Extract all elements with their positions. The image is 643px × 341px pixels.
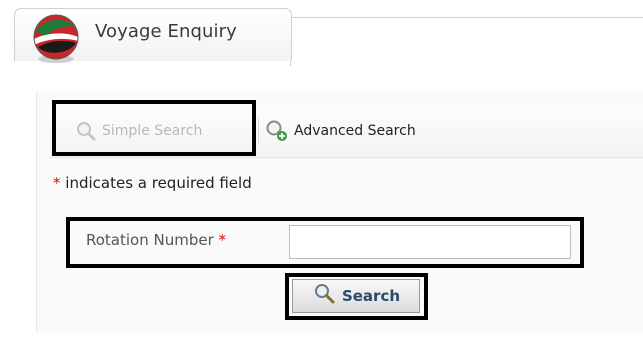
rotation-number-label-text: Rotation Number bbox=[86, 231, 214, 249]
search-button[interactable]: Search bbox=[292, 279, 420, 313]
required-field-note: * indicates a required field bbox=[53, 174, 252, 192]
page-title: Voyage Enquiry bbox=[95, 21, 237, 42]
required-note-text: indicates a required field bbox=[65, 174, 252, 192]
required-star: * bbox=[53, 174, 61, 192]
tab-simple-search[interactable]: Simple Search bbox=[75, 115, 202, 147]
magnifier-icon bbox=[77, 122, 96, 141]
rotation-number-label: Rotation Number * bbox=[86, 231, 226, 249]
rotation-number-input[interactable] bbox=[289, 225, 571, 259]
search-button-label: Search bbox=[341, 287, 401, 305]
rotation-required-star: * bbox=[218, 231, 227, 249]
magnifier-icon bbox=[314, 284, 335, 304]
header-tab-strip: Voyage Enquiry bbox=[0, 0, 643, 66]
tab-simple-search-label: Simple Search bbox=[102, 123, 203, 139]
tab-strip-border bbox=[290, 17, 643, 66]
tab-advanced-search[interactable]: Advanced Search bbox=[265, 115, 416, 147]
tab-advanced-search-label: Advanced Search bbox=[294, 123, 416, 139]
tab-divider bbox=[258, 118, 259, 144]
globe-logo-icon bbox=[33, 14, 79, 63]
magnifier-plus-icon bbox=[266, 120, 287, 141]
